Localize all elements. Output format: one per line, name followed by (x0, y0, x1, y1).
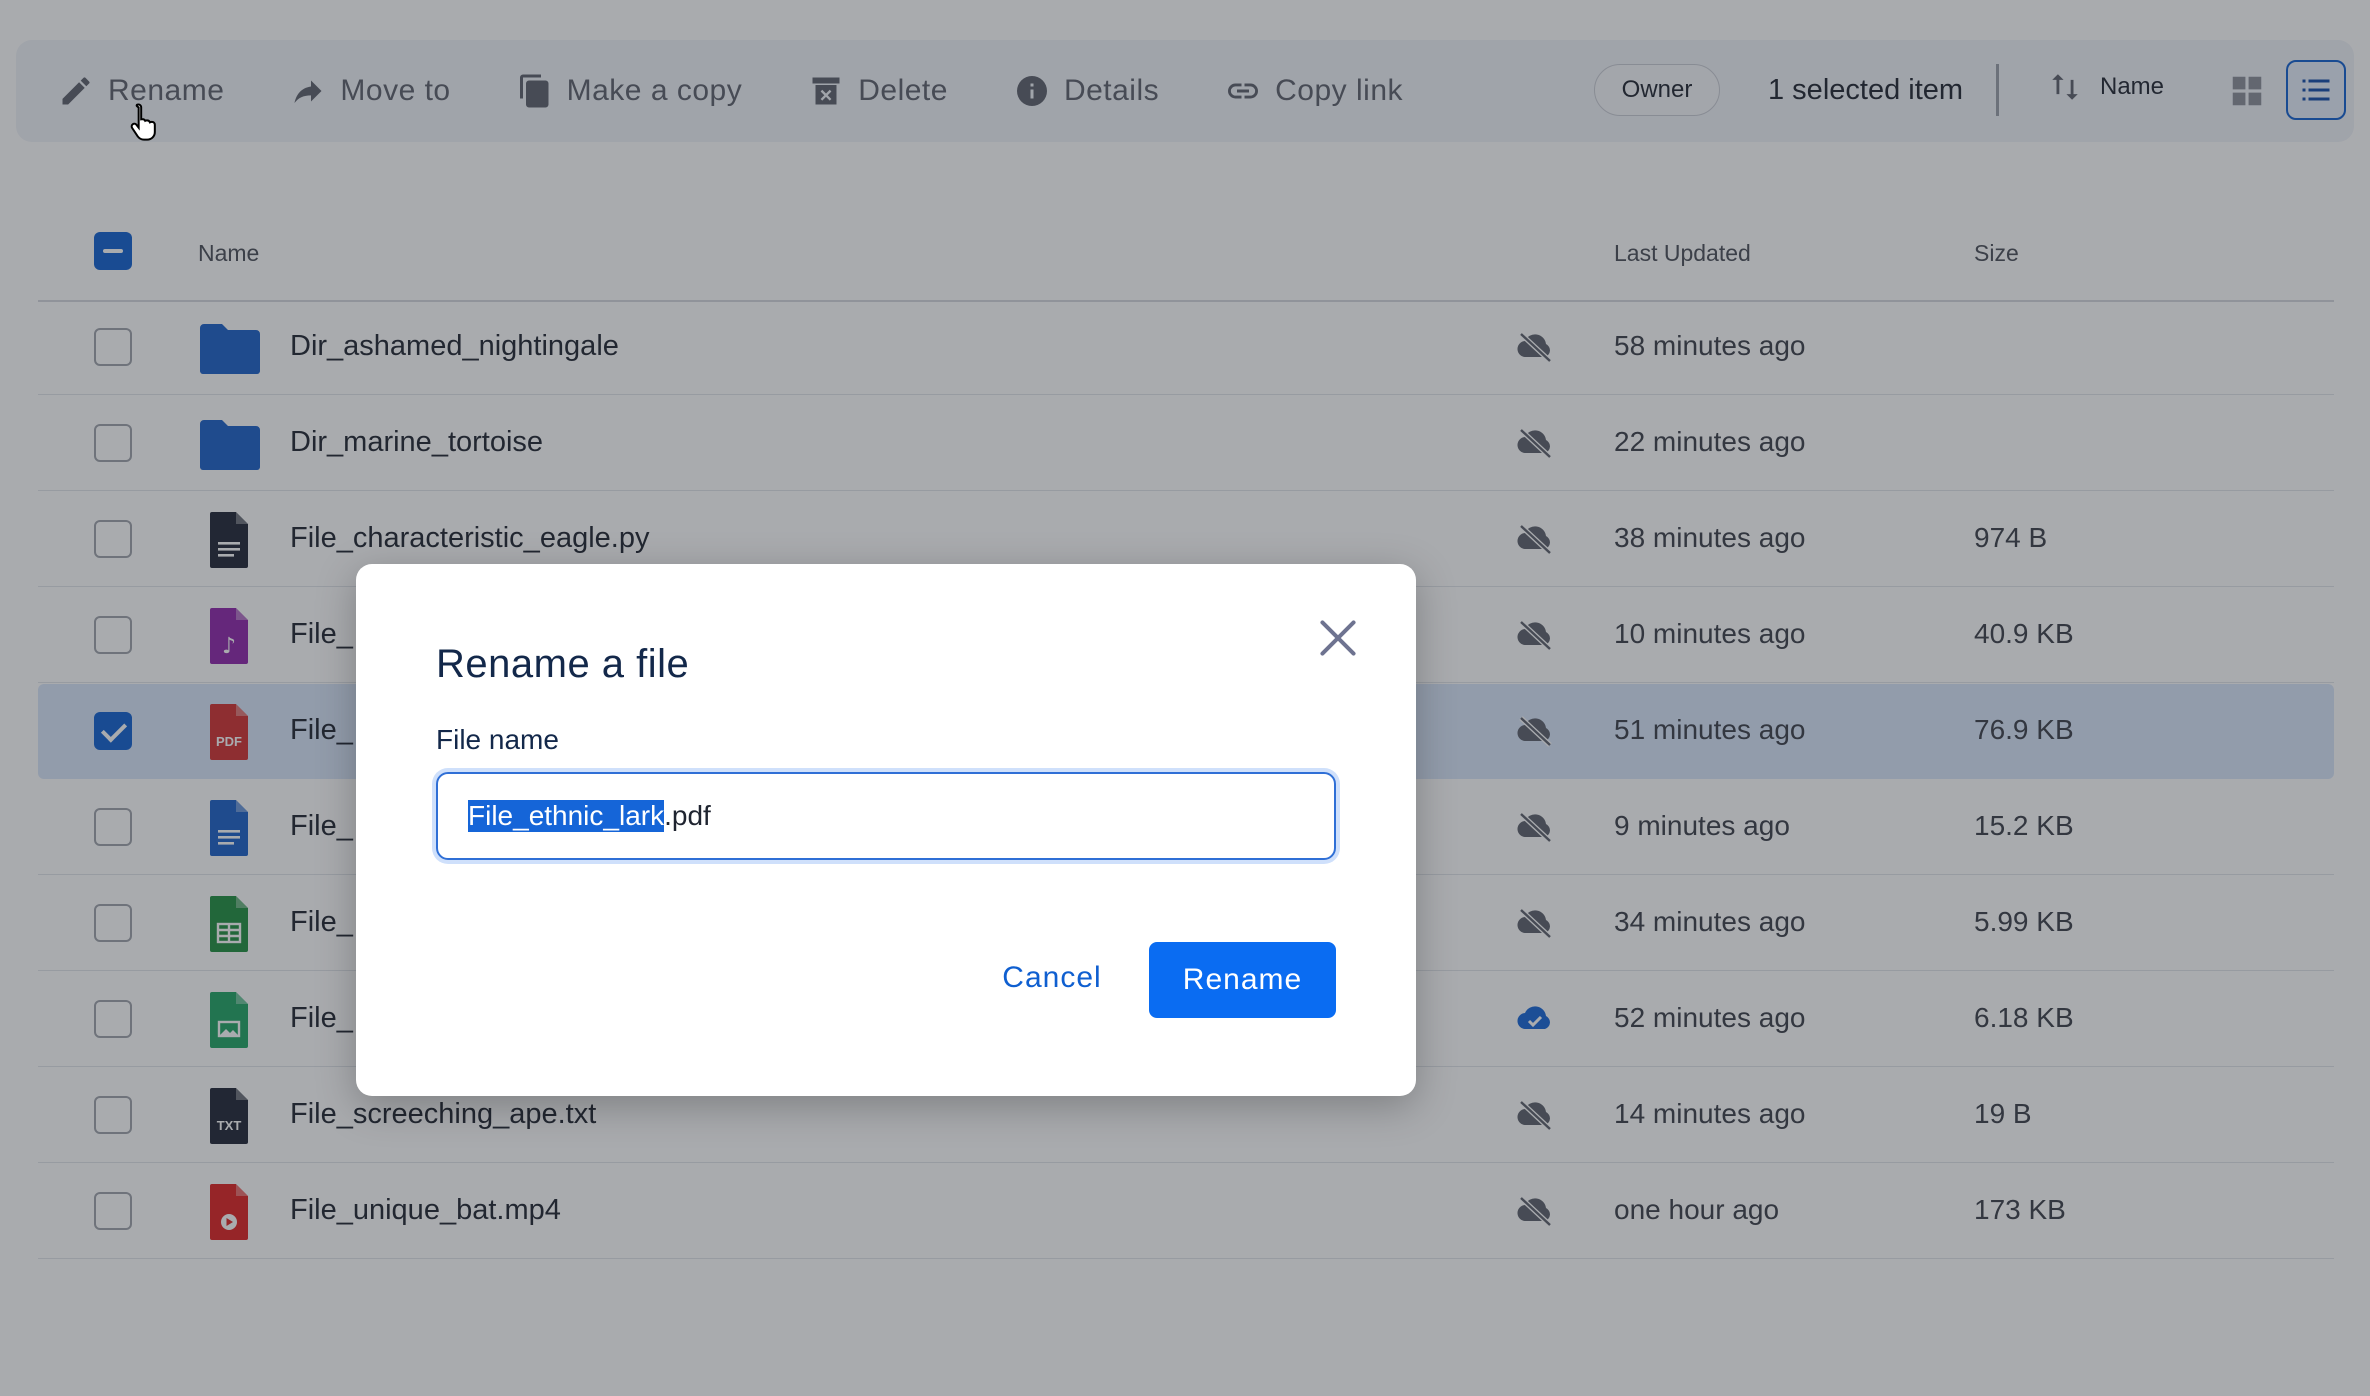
file-name-input[interactable]: File_ethnic_lark .pdf (436, 772, 1336, 860)
confirm-rename-button[interactable]: Rename (1149, 942, 1336, 1018)
cancel-button[interactable]: Cancel (964, 940, 1140, 1016)
file-name-label: File name (436, 724, 559, 755)
close-icon[interactable] (1316, 616, 1360, 660)
selected-text: File_ethnic_lark (468, 800, 665, 832)
file-extension-text: .pdf (664, 800, 711, 831)
dialog-title: Rename a file (436, 642, 690, 686)
hand-cursor-icon (130, 103, 156, 141)
rename-dialog: Rename a file File name File_ethnic_lark… (356, 564, 1416, 1096)
